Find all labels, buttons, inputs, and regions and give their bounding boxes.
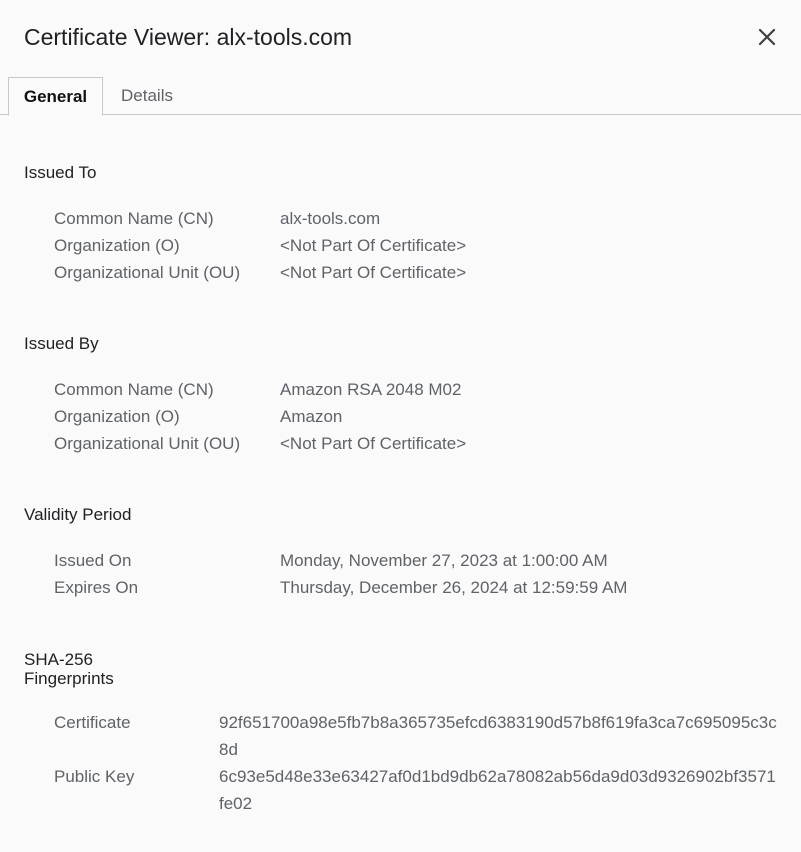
- public-key-fingerprint-value: 6c93e5d48e33e63427af0d1bd9db62a78082ab56…: [219, 767, 776, 813]
- issued-by-cn-value: Amazon RSA 2048 M02: [280, 380, 462, 399]
- certificate-fingerprint-value: 92f651700a98e5fb7b8a365735efcd6383190d57…: [219, 713, 777, 759]
- issued-to-ou-label: Organizational Unit (OU): [54, 263, 241, 282]
- public-key-fingerprint-label: Public Key: [54, 767, 135, 786]
- certificate-fingerprint-label: Certificate: [54, 713, 131, 732]
- issued-by-heading: Issued By: [24, 334, 99, 353]
- issued-to-ou-value: <Not Part Of Certificate>: [280, 263, 467, 282]
- issued-to-heading: Issued To: [24, 163, 97, 182]
- close-icon[interactable]: [758, 28, 776, 46]
- fingerprints-heading: SHA-256 Fingerprints: [24, 650, 114, 688]
- tab-general[interactable]: General: [8, 77, 103, 116]
- issued-to-o-label: Organization (O): [54, 236, 180, 255]
- issued-to-cn-label: Common Name (CN): [54, 209, 214, 228]
- issued-by-ou-label: Organizational Unit (OU): [54, 434, 241, 453]
- expires-on-value: Thursday, December 26, 2024 at 12:59:59 …: [280, 578, 628, 597]
- tab-bar: General Details: [0, 77, 801, 116]
- issued-to-cn-value: alx-tools.com: [280, 209, 381, 228]
- fingerprints-heading-line1: SHA-256: [24, 650, 93, 669]
- dialog-title: Certificate Viewer: alx-tools.com: [24, 24, 353, 50]
- issued-by-o-value: Amazon: [280, 407, 343, 426]
- issued-on-label: Issued On: [54, 551, 132, 570]
- tab-details[interactable]: Details: [106, 77, 188, 115]
- fingerprints-heading-line2: Fingerprints: [24, 669, 114, 688]
- dialog-header: Certificate Viewer: alx-tools.com: [0, 0, 801, 78]
- issued-by-ou-value: <Not Part Of Certificate>: [280, 434, 467, 453]
- issued-to-o-value: <Not Part Of Certificate>: [280, 236, 467, 255]
- issued-by-o-label: Organization (O): [54, 407, 180, 426]
- close-button[interactable]: [752, 22, 782, 52]
- expires-on-label: Expires On: [54, 578, 139, 597]
- issued-by-cn-label: Common Name (CN): [54, 380, 214, 399]
- issued-on-value: Monday, November 27, 2023 at 1:00:00 AM: [280, 551, 608, 570]
- validity-heading: Validity Period: [24, 505, 132, 524]
